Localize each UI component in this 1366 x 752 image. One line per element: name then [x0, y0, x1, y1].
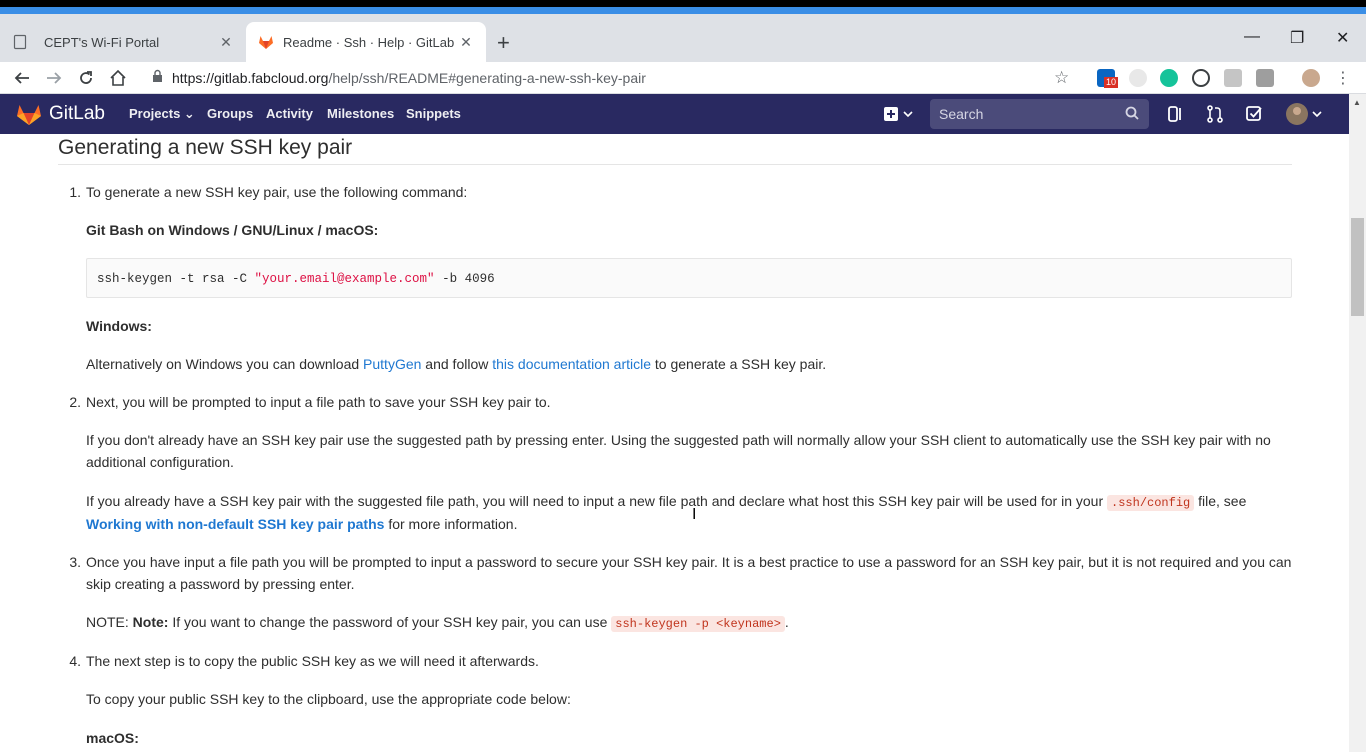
bookmark-star-icon[interactable]: ☆: [1054, 68, 1069, 88]
lock-icon: [152, 69, 164, 87]
step3-line1: Once you have input a file path you will…: [86, 554, 1292, 570]
list-number: 2.: [69, 394, 81, 410]
gitlab-logo-icon[interactable]: [16, 102, 42, 131]
scroll-up-arrow-icon[interactable]: ▲: [1353, 98, 1361, 107]
step1-subheading: Git Bash on Windows / GNU/Linux / macOS:: [86, 222, 379, 238]
page-icon: [12, 34, 28, 50]
todos-icon[interactable]: [1246, 105, 1263, 127]
step2-paragraph2-line1: If you already have a SSH key pair with …: [86, 493, 1247, 511]
windows-subheading: Windows:: [86, 318, 152, 334]
section-heading: Generating a new SSH key pair: [58, 136, 353, 159]
step2-paragraph1-line1: If you don't already have an SSH key pai…: [86, 432, 1271, 448]
search-input[interactable]: Search: [930, 99, 1149, 129]
new-tab-icon[interactable]: +: [497, 32, 510, 54]
tab-wifi-portal[interactable]: CEPT's Wi-Fi Portal ✕: [0, 22, 246, 62]
windows-paragraph: Alternatively on Windows you can downloa…: [86, 356, 827, 372]
home-icon[interactable]: [107, 67, 129, 89]
tab-gitlab-readme[interactable]: Readme · Ssh · Help · GitLab ✕: [246, 22, 486, 62]
step2-paragraph2-line2: Working with non-default SSH key pair pa…: [86, 516, 518, 532]
text-cursor-icon: I: [692, 506, 697, 523]
help-document: Generating a new SSH key pair 1. To gene…: [0, 134, 1349, 752]
step2-text: Next, you will be prompted to input a fi…: [86, 394, 551, 410]
new-item-plus-icon[interactable]: [884, 106, 914, 127]
step4-paragraph: To copy your public SSH key to the clipb…: [86, 691, 571, 707]
macos-subheading: macOS:: [86, 730, 139, 746]
scrollbar-thumb[interactable]: [1351, 218, 1364, 316]
user-avatar[interactable]: [1285, 102, 1325, 131]
nav-activity[interactable]: Activity: [266, 106, 313, 121]
minimize-icon[interactable]: —: [1244, 28, 1260, 46]
pdf-extension-icon[interactable]: [1224, 69, 1242, 87]
grammarly-extension-icon[interactable]: [1160, 69, 1178, 87]
merge-requests-icon[interactable]: [1207, 105, 1223, 128]
tab-bar: CEPT's Wi-Fi Portal ✕ Readme · Ssh · Hel…: [0, 14, 1366, 62]
list-number: 3.: [69, 554, 81, 570]
restore-icon[interactable]: ❐: [1290, 28, 1304, 48]
gitlab-navbar: GitLab Projects ⌄ Groups Activity Milest…: [0, 94, 1349, 134]
browser-toolbar: https://gitlab.fabcloud.org/help/ssh/REA…: [0, 62, 1366, 94]
close-window-icon[interactable]: ✕: [1336, 28, 1349, 48]
search-icon: [1125, 106, 1139, 123]
inline-code: ssh-keygen -p <keyname>: [611, 616, 785, 632]
documentation-article-link[interactable]: this documentation article: [492, 356, 651, 372]
linkedin-extension-icon[interactable]: 10: [1097, 69, 1119, 88]
forward-icon[interactable]: [43, 67, 65, 89]
tools-extension-icon[interactable]: [1256, 69, 1274, 87]
url-text: https://gitlab.fabcloud.org/help/ssh/REA…: [172, 70, 646, 86]
inline-code: .ssh/config: [1107, 495, 1195, 511]
profile-avatar[interactable]: [1302, 69, 1320, 87]
nav-projects[interactable]: Projects ⌄: [129, 106, 195, 122]
code-block[interactable]: ssh-keygen -t rsa -C "your.email@example…: [86, 258, 1292, 298]
step3-note: NOTE: Note: If you want to change the pa…: [86, 614, 789, 632]
close-icon[interactable]: ✕: [456, 32, 476, 52]
step4-text: The next step is to copy the public SSH …: [86, 653, 539, 669]
nav-groups[interactable]: Groups: [207, 106, 253, 121]
non-default-ssh-paths-link[interactable]: Working with non-default SSH key pair pa…: [86, 516, 384, 532]
puttygen-link[interactable]: PuttyGen: [363, 356, 421, 372]
close-icon[interactable]: ✕: [216, 32, 236, 52]
menu-dots-icon[interactable]: ⋮: [1332, 67, 1354, 89]
tab-title: CEPT's Wi-Fi Portal: [44, 34, 160, 50]
tab-title: Readme · Ssh · Help · GitLab: [283, 34, 455, 50]
nav-snippets[interactable]: Snippets: [406, 106, 461, 121]
gitlab-fox-icon: [258, 34, 274, 50]
list-number: 4.: [69, 653, 81, 669]
nav-milestones[interactable]: Milestones: [327, 106, 394, 121]
step1-text: To generate a new SSH key pair, use the …: [86, 184, 468, 200]
reload-icon[interactable]: [75, 67, 97, 89]
page-scrollbar[interactable]: ▲: [1349, 94, 1366, 752]
issues-icon[interactable]: [1168, 105, 1184, 128]
back-icon[interactable]: [11, 67, 33, 89]
list-number: 1.: [69, 184, 81, 200]
window-top-strip: [0, 0, 1366, 14]
address-bar[interactable]: https://gitlab.fabcloud.org/help/ssh/REA…: [140, 63, 1084, 93]
extension-icon[interactable]: [1129, 69, 1147, 87]
step3-line2: skip creating a password by pressing ent…: [86, 576, 355, 592]
step2-paragraph1-line2: additional configuration.: [86, 454, 234, 470]
speed-extension-icon[interactable]: [1192, 69, 1210, 87]
gitlab-brand[interactable]: GitLab: [49, 103, 105, 125]
heading-divider: [58, 164, 1292, 165]
